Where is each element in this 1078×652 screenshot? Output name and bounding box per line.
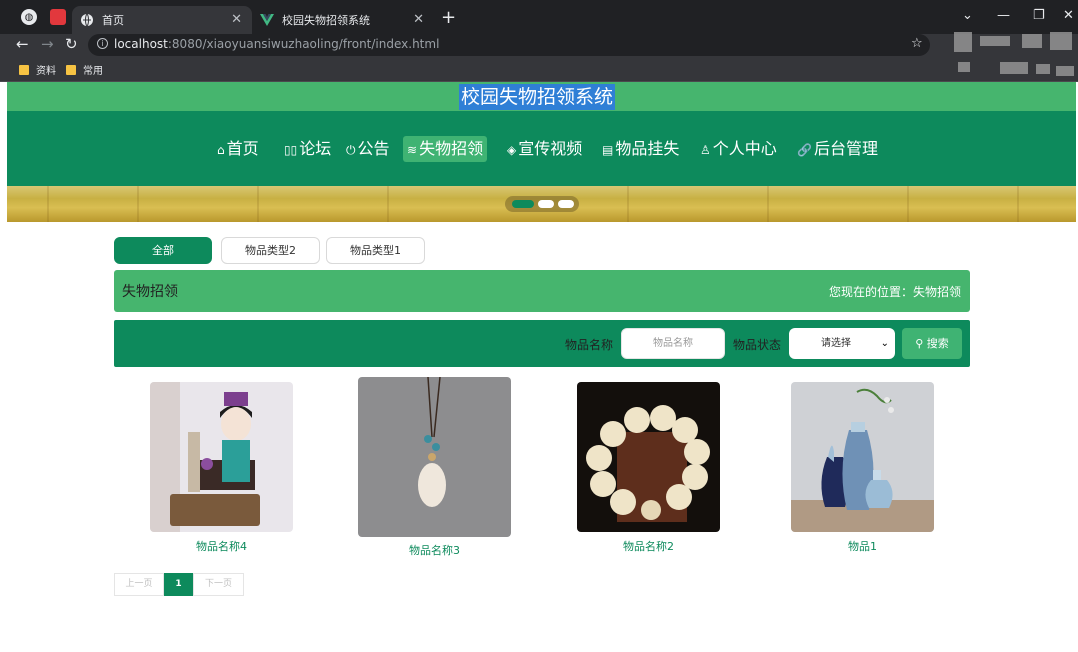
home-icon: ⌂ bbox=[217, 143, 225, 157]
url-text[interactable]: localhost:8080/xiaoyuansiwuzhaoling/fron… bbox=[114, 37, 439, 51]
power-icon: ⏻ bbox=[346, 143, 356, 157]
user-icon: ♙ bbox=[700, 143, 711, 157]
item-name-label: 物品名称 bbox=[565, 338, 614, 352]
forward-button[interactable]: → bbox=[41, 35, 54, 53]
globe-icon bbox=[80, 13, 94, 27]
site-title: 校园失物招领系统 bbox=[459, 84, 616, 110]
forum-icon: ▯▯ bbox=[284, 143, 298, 157]
item-name[interactable]: 物品名称4 bbox=[150, 538, 293, 554]
chevron-down-icon: ⌄ bbox=[880, 338, 889, 349]
nav-item-report-loss[interactable]: ▤ 物品挂失 bbox=[598, 136, 683, 162]
tab-vue-app[interactable]: 校园失物招领系统 ✕ bbox=[252, 6, 434, 34]
close-icon[interactable]: ✕ bbox=[231, 12, 242, 27]
item-name[interactable]: 物品名称3 bbox=[358, 542, 511, 558]
browser-toolbar: ← → ↻ i localhost:8080/xiaoyuansiwuzhaol… bbox=[0, 34, 1078, 58]
search-icon: ⚲ bbox=[915, 337, 924, 350]
breadcrumb-position: 您现在的位置：失物招领 bbox=[828, 285, 961, 299]
chevron-down-icon[interactable]: ⌄ bbox=[962, 8, 973, 23]
item-status-label: 物品状态 bbox=[733, 338, 782, 352]
browser-tab-bar: ◍ 首页 ✕ 校园失物招领系统 ✕ + ⌄ — ❐ ✕ bbox=[0, 0, 1078, 34]
close-icon[interactable]: ✕ bbox=[413, 12, 424, 27]
tab-home[interactable]: 首页 ✕ bbox=[72, 6, 252, 34]
nav-item-video[interactable]: ◈ 宣传视频 bbox=[503, 136, 586, 162]
carousel-dot[interactable] bbox=[538, 200, 554, 208]
nav-item-forum[interactable]: ▯▯ 论坛 bbox=[280, 136, 335, 162]
nav-item-notice[interactable]: ⏻ 公告 bbox=[342, 136, 394, 162]
back-button[interactable]: ← bbox=[16, 35, 29, 53]
list-icon: ≋ bbox=[407, 143, 418, 157]
bookmarks-bar: 资料 常用 bbox=[0, 58, 1078, 82]
tab-title: 校园失物招领系统 bbox=[282, 14, 370, 27]
reload-button[interactable]: ↻ bbox=[65, 35, 78, 53]
bookmark-folder[interactable]: 资料 bbox=[19, 62, 56, 77]
next-page-button[interactable]: 下一页 bbox=[193, 573, 244, 596]
nav-item-lost-found[interactable]: ≋ 失物招领 bbox=[403, 136, 488, 162]
restore-button[interactable]: ❐ bbox=[1033, 8, 1045, 23]
item-image[interactable] bbox=[577, 382, 720, 532]
new-tab-button[interactable]: + bbox=[441, 7, 456, 28]
globe-icon[interactable]: ◍ bbox=[21, 9, 37, 25]
item-name[interactable]: 物品1 bbox=[791, 538, 934, 554]
bookmark-folder[interactable]: 常用 bbox=[66, 62, 103, 77]
item-image[interactable] bbox=[358, 377, 511, 537]
item-image[interactable] bbox=[150, 382, 293, 532]
nav-item-user-center[interactable]: ♙ 个人中心 bbox=[696, 136, 781, 162]
info-icon[interactable]: i bbox=[97, 38, 108, 49]
link-icon: 🔗 bbox=[797, 143, 812, 157]
search-bar: 物品名称 物品名称 物品状态 请选择 ⌄ ⚲ 搜索 bbox=[114, 320, 970, 367]
layers-icon: ◈ bbox=[507, 143, 517, 157]
item-image[interactable] bbox=[791, 382, 934, 532]
item-status-select[interactable]: 请选择 ⌄ bbox=[789, 328, 895, 359]
minimize-button[interactable]: — bbox=[997, 8, 1010, 23]
category-all[interactable]: 全部 bbox=[114, 237, 212, 264]
search-button[interactable]: ⚲ 搜索 bbox=[902, 328, 962, 359]
vue-icon bbox=[260, 13, 274, 27]
close-window-button[interactable]: ✕ bbox=[1063, 8, 1074, 23]
nav-item-home[interactable]: ⌂ 首页 bbox=[213, 136, 263, 162]
item-name[interactable]: 物品名称2 bbox=[577, 538, 720, 554]
nav-item-admin[interactable]: 🔗 后台管理 bbox=[793, 136, 882, 162]
category-type1[interactable]: 物品类型1 bbox=[326, 237, 425, 264]
app-icon[interactable] bbox=[50, 9, 66, 25]
category-type2[interactable]: 物品类型2 bbox=[221, 237, 320, 264]
page-number[interactable]: 1 bbox=[164, 573, 193, 596]
tab-title: 首页 bbox=[102, 14, 124, 27]
carousel-indicators bbox=[505, 196, 579, 212]
carousel-dot[interactable] bbox=[512, 200, 534, 208]
folder-icon bbox=[19, 64, 29, 75]
prev-page-button[interactable]: 上一页 bbox=[114, 573, 164, 596]
breadcrumb: 失物招领 您现在的位置：失物招领 bbox=[114, 270, 970, 312]
page-title: 失物招领 bbox=[122, 284, 178, 300]
main-nav: ⌂ 首页 ▯▯ 论坛 ⏻ 公告 ≋ 失物招领 ◈ 宣传视频 ▤ 物品挂失 ♙ 个人中心 🔗 后台… bbox=[7, 111, 1076, 186]
bookmark-star-icon[interactable]: ☆ bbox=[911, 36, 923, 51]
folder-icon bbox=[66, 64, 76, 75]
calendar-icon: ▤ bbox=[602, 143, 614, 157]
carousel-dot[interactable] bbox=[558, 200, 574, 208]
item-name-input[interactable]: 物品名称 bbox=[621, 328, 725, 359]
